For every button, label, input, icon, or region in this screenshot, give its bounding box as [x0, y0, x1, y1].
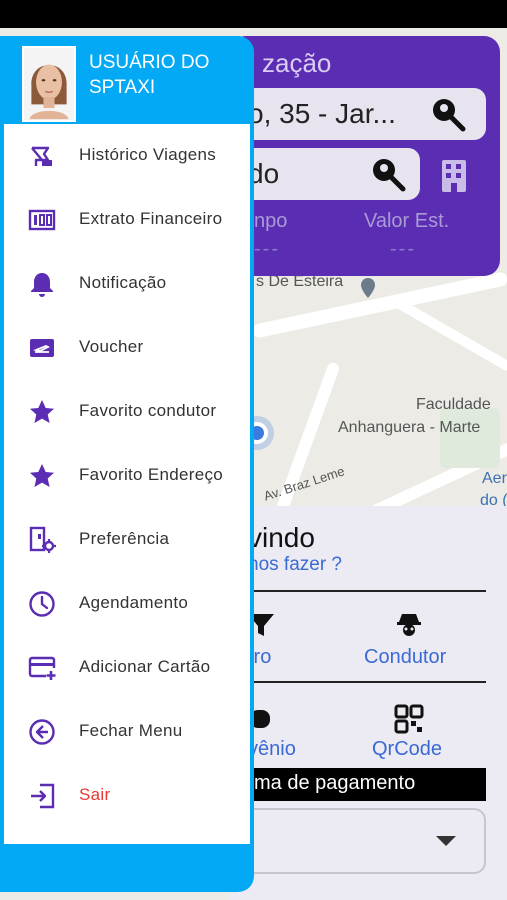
bell-icon [31, 273, 53, 297]
star-icon [30, 400, 54, 423]
logout-icon [31, 783, 55, 809]
trip-history-icon [31, 146, 52, 166]
divider [238, 681, 486, 683]
option-label-driver[interactable]: Condutor [364, 646, 446, 669]
drawer-header: USUÁRIO DO SPTAXI [0, 36, 254, 124]
user-photo [24, 48, 74, 120]
side-drawer: USUÁRIO DO SPTAXI Histórico Viagens Extr… [0, 36, 254, 892]
value-label: Valor Est. [364, 210, 450, 232]
menu-item-label: Preferência [79, 529, 170, 548]
menu-item-label: Favorito Endereço [79, 465, 224, 484]
add-card-icon [28, 656, 56, 680]
map-street-label: Av. Braz Leme [261, 463, 347, 504]
drawer-menu: Histórico Viagens Extrato Financeiro Not… [4, 124, 250, 844]
statement-icon [28, 209, 56, 231]
payment-method-select[interactable] [238, 808, 486, 874]
welcome-title: vindo [248, 522, 315, 553]
menu-item-label: Notificação [79, 273, 167, 292]
menu-item-fechar-menu[interactable]: Fechar Menu [4, 700, 250, 764]
avatar[interactable] [22, 46, 76, 122]
time-label: npo [254, 210, 288, 232]
time-value: --- [254, 238, 280, 260]
origin-field-value: o, 35 - Jar... [248, 98, 396, 129]
payment-method-bar: ma de pagamento [238, 768, 486, 801]
qrcode-icon[interactable] [394, 704, 424, 734]
search-location-icon[interactable] [430, 96, 466, 132]
back-circle-icon [29, 719, 55, 745]
star-icon [30, 464, 54, 487]
clock-icon [29, 591, 55, 617]
menu-item-voucher[interactable]: Voucher [4, 316, 250, 380]
menu-item-extrato-financeiro[interactable]: Extrato Financeiro [4, 188, 250, 252]
menu-item-label: Extrato Financeiro [79, 209, 223, 228]
menu-item-label: Adicionar Cartão [79, 657, 211, 676]
menu-item-notificacao[interactable]: Notificação [4, 252, 250, 316]
menu-item-label: Voucher [79, 337, 144, 356]
menu-item-label: Agendamento [79, 593, 189, 612]
map-place-label: Anhanguera - Marte [338, 419, 481, 436]
route-card-title: zação [262, 48, 332, 78]
status-bar [0, 0, 507, 28]
map-marker-icon [361, 278, 375, 298]
welcome-question[interactable]: nos fazer ? [248, 554, 342, 576]
menu-item-historico-viagens[interactable]: Histórico Viagens [4, 124, 250, 188]
search-location-icon[interactable] [370, 156, 406, 192]
menu-item-agendamento[interactable]: Agendamento [4, 572, 250, 636]
preference-icon [29, 526, 56, 553]
driver-icon[interactable] [394, 610, 424, 640]
menu-item-preferencia[interactable]: Preferência [4, 508, 250, 572]
menu-item-favorito-condutor[interactable]: Favorito condutor [4, 380, 250, 444]
menu-item-favorito-endereco[interactable]: Favorito Endereço [4, 444, 250, 508]
menu-item-label: Histórico Viagens [79, 145, 217, 164]
menu-item-sair[interactable]: Sair [4, 764, 250, 828]
option-label-qrcode[interactable]: QrCode [372, 738, 442, 761]
building-icon[interactable] [440, 158, 468, 194]
dropdown-arrow-icon [436, 836, 456, 846]
voucher-icon [30, 339, 54, 357]
menu-item-label: Sair [79, 785, 111, 804]
value-value: --- [390, 238, 416, 260]
option-label[interactable]: vênio [248, 738, 296, 761]
menu-item-adicionar-cartao[interactable]: Adicionar Cartão [4, 636, 250, 700]
map-place-label: Faculdade [416, 396, 491, 413]
menu-item-label: Fechar Menu [79, 721, 183, 740]
map-place-label: Aer [482, 470, 507, 487]
menu-item-label: Favorito condutor [79, 401, 217, 420]
divider [238, 590, 486, 592]
user-name: USUÁRIO DO SPTAXI [89, 52, 210, 98]
